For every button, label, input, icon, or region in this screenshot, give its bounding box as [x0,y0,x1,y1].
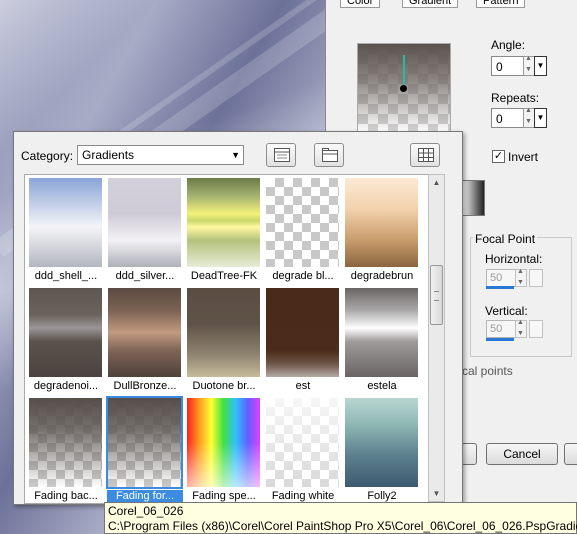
gradient-item-label: Fading white [271,490,335,502]
repeats-label: Repeats: [491,91,540,105]
angle-dropdown-button[interactable]: ▼ [534,56,547,76]
repeats-input[interactable]: 0 [491,108,525,128]
color-swatch-button[interactable] [461,180,485,216]
ok-button-partial[interactable] [461,443,477,465]
vertical-label: Vertical: [485,304,528,318]
open-folder-button[interactable] [314,143,344,167]
gradient-item[interactable]: ddd_shell_... [27,176,104,284]
gradient-swatch [345,398,418,487]
gradient-item[interactable]: DeadTree-FK [185,176,262,284]
category-select[interactable]: Gradients ▼ [77,145,244,165]
gradient-item[interactable]: Fading white [264,396,341,503]
gradient-swatch [106,396,183,489]
angle-label: Angle: [491,38,526,52]
angle-input[interactable]: 0 [491,56,525,76]
gradient-item[interactable]: degradenoi... [27,286,104,394]
chevron-down-icon: ▼ [231,150,240,160]
gradient-tooltip: Corel_06_026 C:\Program Files (x86)\Core… [104,502,577,534]
gradient-swatch [29,178,102,267]
invert-label: Invert [508,150,539,164]
gradient-grid-scrollbar[interactable]: ▲ ▼ [428,174,445,502]
horizontal-dropdown-button[interactable] [529,269,543,287]
invert-checkbox[interactable]: ✓ [492,150,505,163]
gradient-swatch [29,288,102,377]
list-view-icon [274,148,290,162]
gradient-swatch [266,398,339,487]
gradient-swatch [187,398,260,487]
gradient-picker-popup: Category: Gradients ▼ ddd_shell_... ddd_s… [13,131,463,505]
gradient-item-label: est [295,380,311,392]
cancel-button[interactable]: Cancel [486,443,558,465]
grid-view-icon [418,148,434,162]
tab-color[interactable]: Color [340,0,381,8]
gradient-item[interactable]: est [264,286,341,394]
gradient-item[interactable]: Duotone br... [185,286,262,394]
gradient-swatch [108,178,181,267]
vertical-slider-bar[interactable] [486,338,514,341]
vertical-stepper[interactable] [515,319,527,338]
scroll-down-icon[interactable]: ▼ [429,486,444,501]
gradient-item-label: Fading for... [107,490,183,502]
gradient-item[interactable]: estela [343,286,420,394]
gradient-item-label: degrade bl... [272,270,334,282]
tab-pattern[interactable]: Pattern [476,0,526,8]
scrollbar-thumb[interactable] [430,265,443,325]
gradient-item[interactable]: Fading spe... [185,396,262,503]
gradient-item-label: degradebrun [350,270,414,282]
gradient-item[interactable]: DullBronze... [106,286,183,394]
gradient-item-label: estela [367,380,397,392]
gradient-item-label: Folly2 [367,490,397,502]
scroll-up-icon[interactable]: ▲ [429,175,444,190]
vertical-input[interactable]: 50 [486,320,516,338]
tooltip-name: Corel_06_026 [108,504,184,518]
help-button-partial[interactable] [564,443,577,465]
tooltip-path: C:\Program Files (x86)\Corel\Corel Paint… [108,519,577,533]
dialog-tabs: Color Gradient Pattern [340,0,577,8]
gradient-item-label: degradenoi... [33,380,99,392]
gradient-swatch [108,288,181,377]
gradient-swatch [187,178,260,267]
gradient-item[interactable]: Fading for... [106,396,183,503]
gradient-swatch [187,288,260,377]
gradient-swatch [345,178,418,267]
category-select-value: Gradients [82,148,135,162]
gradient-swatch [266,178,339,267]
focal-point-label: Focal Point [473,232,538,246]
tab-gradient[interactable]: Gradient [402,0,459,8]
category-label: Category: [21,149,74,163]
gradient-item-label: Duotone br... [192,380,256,392]
gradient-item-label: Fading bac... [34,490,98,502]
horizontal-stepper[interactable] [515,268,527,287]
gradient-item[interactable]: degrade bl... [264,176,341,284]
angle-handle[interactable] [400,85,407,92]
focal-points-text: cal points [462,364,513,378]
horizontal-input[interactable]: 50 [486,269,516,287]
gradient-item[interactable]: Fading bac... [27,396,104,503]
gradient-item-label: ddd_silver... [115,270,175,282]
repeats-dropdown-button[interactable]: ▼ [534,108,547,128]
view-options-button[interactable] [410,143,440,167]
gradient-swatch [345,288,418,377]
horizontal-slider-bar[interactable] [486,286,514,289]
gradient-item-label: ddd_shell_... [34,270,98,282]
gradient-item-label: DeadTree-FK [190,270,258,282]
gradient-item-label: Fading spe... [192,490,256,502]
vertical-dropdown-button[interactable] [529,320,543,338]
gradient-item[interactable]: degradebrun [343,176,420,284]
gradient-swatch [266,288,339,377]
gradient-item[interactable]: Folly2 [343,396,420,503]
gradient-swatch [29,398,102,487]
resource-manager-button[interactable] [266,143,296,167]
folder-icon [322,148,338,162]
horizontal-label: Horizontal: [485,252,543,266]
angle-handle-line [403,55,405,87]
gradient-item-label: DullBronze... [113,380,177,392]
gradient-item[interactable]: ddd_silver... [106,176,183,284]
gradient-grid: ddd_shell_... ddd_silver... DeadTree-FK deg… [24,174,430,504]
